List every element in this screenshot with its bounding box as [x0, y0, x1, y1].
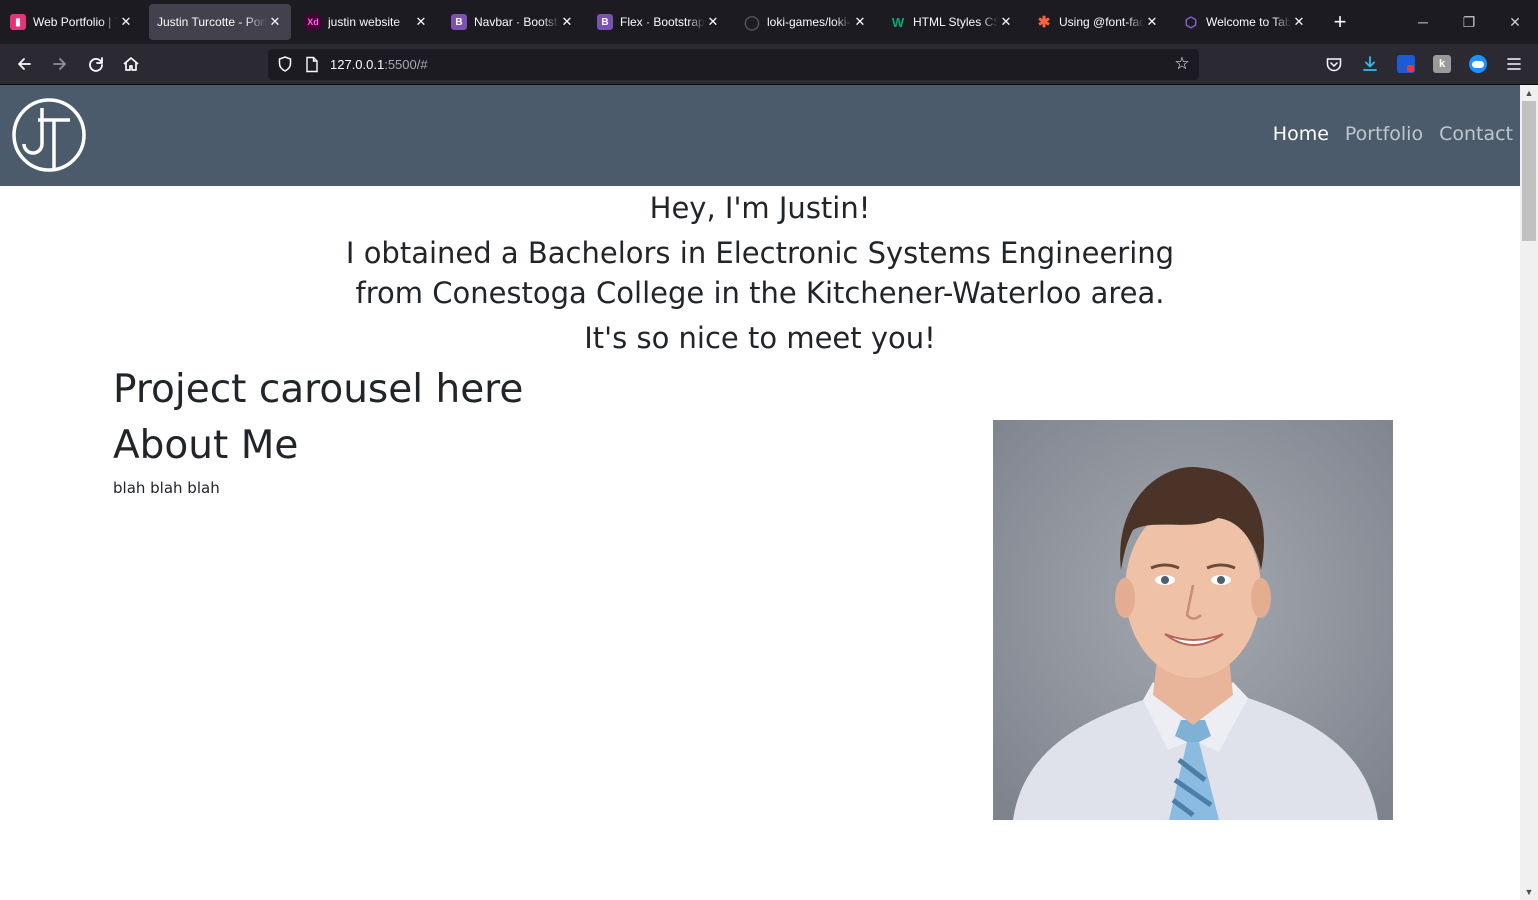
tab-using-font-face[interactable]: ✱ Using @font-face ✕ [1028, 4, 1168, 40]
close-icon[interactable]: ✕ [852, 14, 868, 30]
forward-arrow-icon[interactable] [46, 50, 74, 78]
reload-icon[interactable] [82, 50, 110, 78]
tab-web-portfolio-trello[interactable]: ▮ Web Portfolio | Trello ✕ [2, 4, 142, 40]
page-scrollbar[interactable]: ▲ ▼ [1520, 85, 1538, 900]
bio-text: I obtained a Bachelors in Electronic Sys… [0, 233, 1520, 313]
tab-title: Flex · Bootstrap v5 [620, 15, 705, 29]
tab-title: Web Portfolio | Trello [33, 15, 118, 29]
tab-title: Justin Turcotte - Portfolio [157, 15, 267, 29]
close-icon[interactable]: ✕ [559, 14, 575, 30]
bio-line: I obtained a Bachelors in Electronic Sys… [345, 236, 1175, 270]
url-text[interactable]: 127.0.0.1:5500/# [330, 49, 428, 80]
url-path: :5500/# [384, 57, 428, 72]
tab-title: justin website [328, 15, 401, 29]
hamburger-menu-icon[interactable] [1500, 50, 1528, 78]
scroll-up-arrow-icon[interactable]: ▲ [1520, 85, 1538, 101]
home-icon[interactable] [117, 50, 145, 78]
tab-welcome-to-tabnine[interactable]: ⬡ Welcome to Tabnine ✕ [1175, 4, 1315, 40]
close-icon[interactable]: ✕ [267, 14, 283, 30]
downloads-icon[interactable] [1361, 55, 1379, 73]
greeting-heading: Hey, I'm Justin! [649, 191, 871, 225]
jt-logo[interactable] [12, 98, 86, 172]
site-navbar: Home Portfolio Contact [0, 85, 1520, 186]
tab-strip: ▮ Web Portfolio | Trello ✕ Justin Turcot… [0, 0, 1538, 44]
back-arrow-icon[interactable] [10, 50, 38, 78]
nav-link-contact[interactable]: Contact [1439, 123, 1513, 145]
close-icon[interactable]: ✕ [705, 14, 721, 30]
about-me-text: blah blah blah [113, 479, 220, 497]
close-icon[interactable]: ✕ [1144, 14, 1160, 30]
close-icon[interactable]: ✕ [118, 14, 134, 30]
nice-to-meet-text: It's so nice to meet you! [584, 321, 936, 355]
tab-loki-games-github[interactable]: ◯ loki-games/loki- ✕ [736, 4, 876, 40]
tab-title: loki-games/loki- [767, 15, 851, 29]
new-tab-plus-icon[interactable]: + [1328, 8, 1352, 36]
page-info-icon[interactable] [304, 56, 320, 73]
tab-navbar-bootstrap[interactable]: B Navbar · Bootstrap ✕ [443, 4, 583, 40]
tab-html-styles-css[interactable]: W HTML Styles CSS ✕ [882, 4, 1022, 40]
nav-link-home[interactable]: Home [1273, 123, 1329, 145]
tracking-shield-icon[interactable] [276, 55, 294, 73]
scrollbar-thumb[interactable] [1522, 101, 1536, 241]
tab-justin-website[interactable]: Xd justin website ✕ [297, 4, 437, 40]
tabnine-icon: ⬡ [1184, 13, 1198, 30]
tab-title: Navbar · Bootstrap [474, 15, 559, 29]
scroll-down-arrow-icon[interactable]: ▼ [1520, 884, 1538, 900]
tab-title: HTML Styles CSS [913, 15, 998, 29]
extension-gray-icon[interactable]: k [1433, 55, 1451, 73]
pocket-icon[interactable] [1325, 55, 1343, 73]
bootstrap-icon: B [597, 14, 613, 30]
bookmark-star-icon[interactable]: ☆ [1171, 53, 1193, 75]
url-host: 127.0.0.1 [330, 57, 385, 72]
close-icon[interactable]: ✕ [1291, 14, 1307, 30]
page-viewport: Home Portfolio Contact Hey, I'm Justin! … [0, 85, 1520, 900]
cloud-extension-icon[interactable] [1469, 55, 1487, 73]
nav-links: Home Portfolio Contact [1273, 123, 1513, 145]
tab-title: Welcome to Tabnine [1206, 15, 1291, 29]
tab-title: Using @font-face [1059, 15, 1144, 29]
tab-flex-bootstrap[interactable]: B Flex · Bootstrap v5 ✕ [589, 4, 729, 40]
bio-line: from Conestoga College in the Kitchener-… [355, 276, 1165, 310]
w3schools-icon: W [891, 14, 905, 30]
github-icon: ◯ [744, 13, 760, 30]
url-bar[interactable]: 127.0.0.1:5500/# ☆ [268, 49, 1199, 80]
extension-blue-icon[interactable] [1397, 55, 1415, 73]
trello-icon: ▮ [10, 14, 26, 30]
asterisk-icon: ✱ [1037, 14, 1051, 31]
close-icon[interactable]: ✕ [413, 14, 429, 30]
window-close-icon[interactable]: ✕ [1495, 8, 1535, 36]
browser-toolbar: 127.0.0.1:5500/# ☆ k [0, 44, 1538, 85]
close-icon[interactable]: ✕ [998, 14, 1014, 30]
bootstrap-icon: B [451, 14, 467, 30]
about-me-heading: About Me [113, 423, 299, 468]
nav-link-portfolio[interactable]: Portfolio [1345, 123, 1423, 145]
tab-justin-turcotte-portfolio[interactable]: Justin Turcotte - Portfolio ✕ [149, 4, 291, 40]
minimize-icon[interactable]: ─ [1403, 8, 1443, 36]
intro-section: Hey, I'm Justin! I obtained a Bachelors … [0, 189, 1520, 357]
profile-photo [993, 420, 1393, 820]
restore-icon[interactable]: ❐ [1449, 8, 1489, 36]
adobe-xd-icon: Xd [305, 14, 321, 30]
project-carousel-heading: Project carousel here [113, 367, 524, 412]
